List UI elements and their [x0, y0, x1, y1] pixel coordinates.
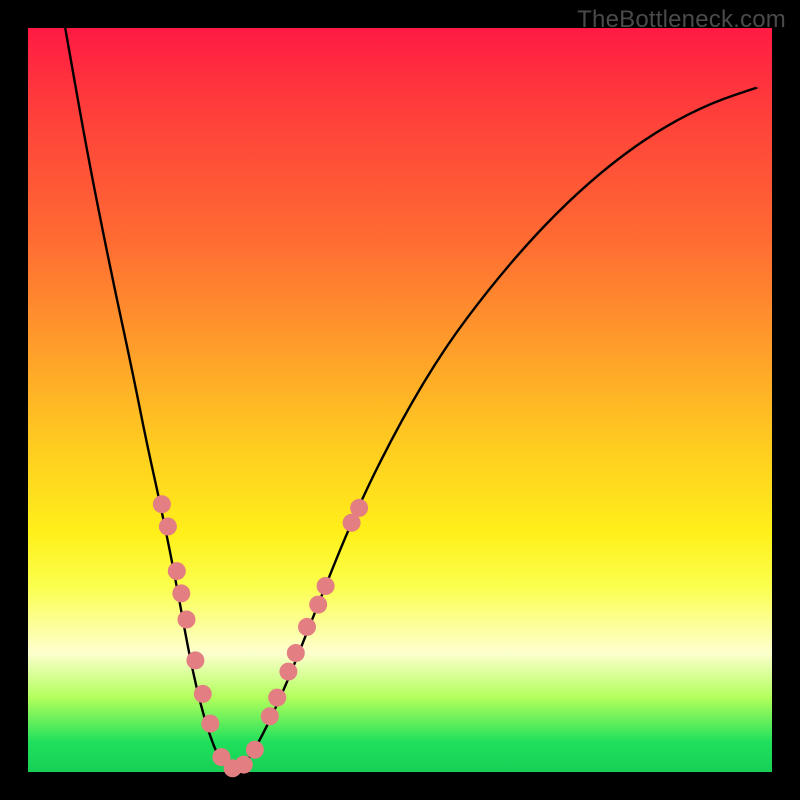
curve-svg — [28, 28, 772, 772]
data-marker — [178, 611, 196, 629]
data-marker — [235, 756, 253, 774]
data-marker — [153, 495, 171, 513]
data-marker — [309, 596, 327, 614]
data-marker — [159, 518, 177, 536]
data-marker — [194, 685, 212, 703]
chart-frame: TheBottleneck.com — [0, 0, 800, 800]
plot-area — [28, 28, 772, 772]
bottleneck-curve — [65, 28, 757, 770]
data-marker — [317, 577, 335, 595]
data-marker — [168, 562, 186, 580]
data-marker — [279, 663, 297, 681]
watermark-text: TheBottleneck.com — [577, 6, 786, 34]
data-marker — [268, 689, 286, 707]
data-marker — [172, 584, 190, 602]
data-marker — [186, 651, 204, 669]
data-marker — [287, 644, 305, 662]
data-marker — [350, 499, 368, 517]
data-marker — [298, 618, 316, 636]
data-marker — [201, 715, 219, 733]
data-marker — [261, 707, 279, 725]
data-marker — [246, 741, 264, 759]
